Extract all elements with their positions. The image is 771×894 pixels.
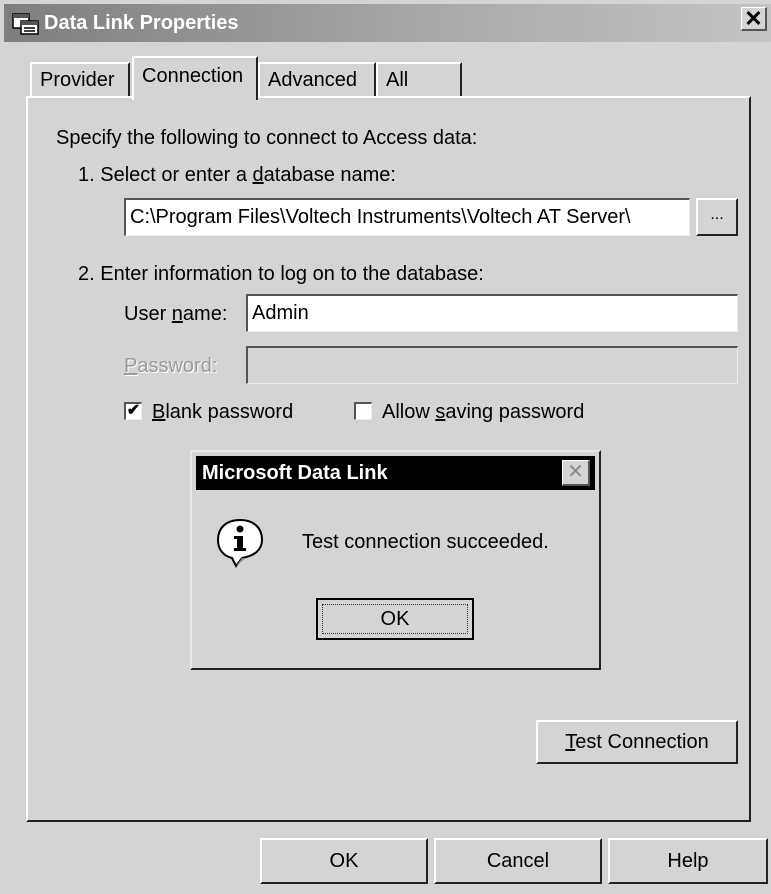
data-link-icon	[12, 13, 39, 35]
window-title: Data Link Properties	[44, 12, 239, 34]
focus-rect	[322, 604, 468, 634]
test-connection-button[interactable]: Test Connection	[536, 720, 738, 764]
close-icon: ✕	[567, 461, 584, 483]
message-text: Test connection succeeded.	[302, 531, 549, 553]
step1-label: 1. Select or enter a database name:	[78, 164, 396, 186]
message-box-title: Microsoft Data Link	[202, 462, 388, 484]
tab-all[interactable]: All	[376, 62, 462, 98]
info-icon	[216, 518, 264, 568]
step2-label: 2. Enter information to log on to the da…	[78, 263, 484, 285]
tab-provider[interactable]: Provider	[30, 62, 130, 98]
intro-text: Specify the following to connect to Acce…	[56, 127, 478, 149]
allow-saving-password-checkbox[interactable]	[354, 402, 372, 420]
allow-saving-password-label[interactable]: Allow saving password	[382, 400, 584, 424]
user-name-input[interactable]: Admin	[246, 294, 738, 332]
data-link-properties-window: Data Link Properties ✕ Provider Advanced…	[0, 0, 771, 894]
message-ok-button[interactable]: OK	[316, 598, 474, 640]
password-label: Password:	[124, 355, 218, 377]
password-input[interactable]	[246, 346, 738, 384]
cancel-button[interactable]: Cancel	[434, 838, 602, 884]
blank-password-label[interactable]: Blank password	[152, 400, 293, 424]
help-button[interactable]: Help	[608, 838, 768, 884]
close-icon: ✕	[744, 6, 763, 31]
browse-button[interactable]: ...	[696, 198, 738, 236]
tab-connection[interactable]: Connection	[132, 56, 258, 100]
title-bar[interactable]: Data Link Properties	[4, 4, 771, 42]
window-close-button[interactable]: ✕	[741, 7, 767, 31]
tab-advanced[interactable]: Advanced	[258, 62, 376, 98]
message-box-close-button[interactable]: ✕	[562, 460, 590, 486]
ok-button[interactable]: OK	[260, 838, 428, 884]
checkmark-icon: ✔	[126, 402, 141, 419]
blank-password-checkbox[interactable]: ✔	[124, 402, 142, 420]
database-name-input[interactable]: C:\Program Files\Voltech Instruments\Vol…	[124, 198, 690, 236]
user-name-label: User name:	[124, 303, 228, 325]
